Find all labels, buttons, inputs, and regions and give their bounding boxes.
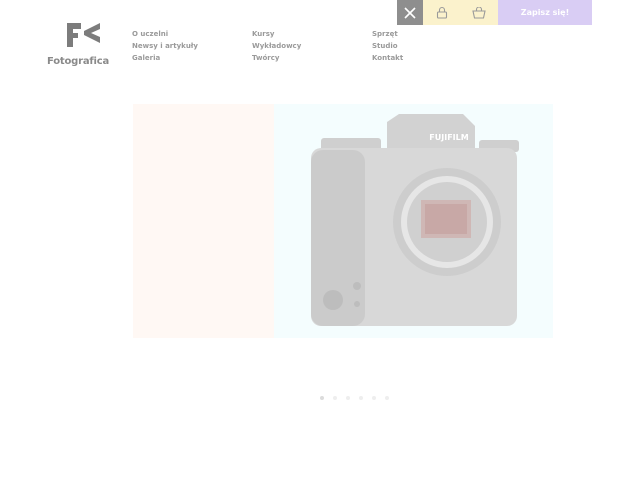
nav-link-wykladowcy[interactable]: Wykładowcy xyxy=(252,40,301,52)
nav-link-sprzet[interactable]: Sprzęt xyxy=(372,28,403,40)
signup-button[interactable]: Zapisz się! xyxy=(498,0,592,25)
slider-dot[interactable] xyxy=(385,396,389,400)
camera-image: FUJIFILM xyxy=(311,114,519,326)
slider-dot[interactable] xyxy=(333,396,337,400)
site-logo[interactable]: Fotografica xyxy=(47,20,110,70)
cart-button[interactable] xyxy=(460,0,498,25)
nav-column-1: O uczelni Newsy i artykuły Galeria xyxy=(132,28,198,64)
logo-mark-icon xyxy=(67,23,100,47)
nav-link-kontakt[interactable]: Kontakt xyxy=(372,52,403,64)
account-button[interactable] xyxy=(423,0,460,25)
slider-dot[interactable] xyxy=(372,396,376,400)
slider-pagination xyxy=(320,396,389,400)
user-icon xyxy=(436,6,447,19)
nav-link-galeria[interactable]: Galeria xyxy=(132,52,198,64)
nav-link-newsy[interactable]: Newsy i artykuły xyxy=(132,40,198,52)
nav-link-o-uczelni[interactable]: O uczelni xyxy=(132,28,198,40)
slider-dot[interactable] xyxy=(346,396,350,400)
hero-slide[interactable]: FUJIFILM xyxy=(133,104,553,338)
camera-brand-label: FUJIFILM xyxy=(429,133,468,142)
cart-icon xyxy=(472,6,486,19)
nav-column-2: Kursy Wykładowcy Twórcy xyxy=(252,28,301,64)
nav-link-tworcy[interactable]: Twórcy xyxy=(252,52,301,64)
slider-dot[interactable] xyxy=(359,396,363,400)
close-icon xyxy=(404,6,416,19)
slider-dot[interactable] xyxy=(320,396,324,400)
nav-link-kursy[interactable]: Kursy xyxy=(252,28,301,40)
nav-column-3: Sprzęt Studio Kontakt xyxy=(372,28,403,64)
nav-link-studio[interactable]: Studio xyxy=(372,40,403,52)
hero-left-panel xyxy=(133,104,274,338)
logo-wordmark: Fotografica xyxy=(47,56,110,67)
close-menu-button[interactable] xyxy=(397,0,423,25)
